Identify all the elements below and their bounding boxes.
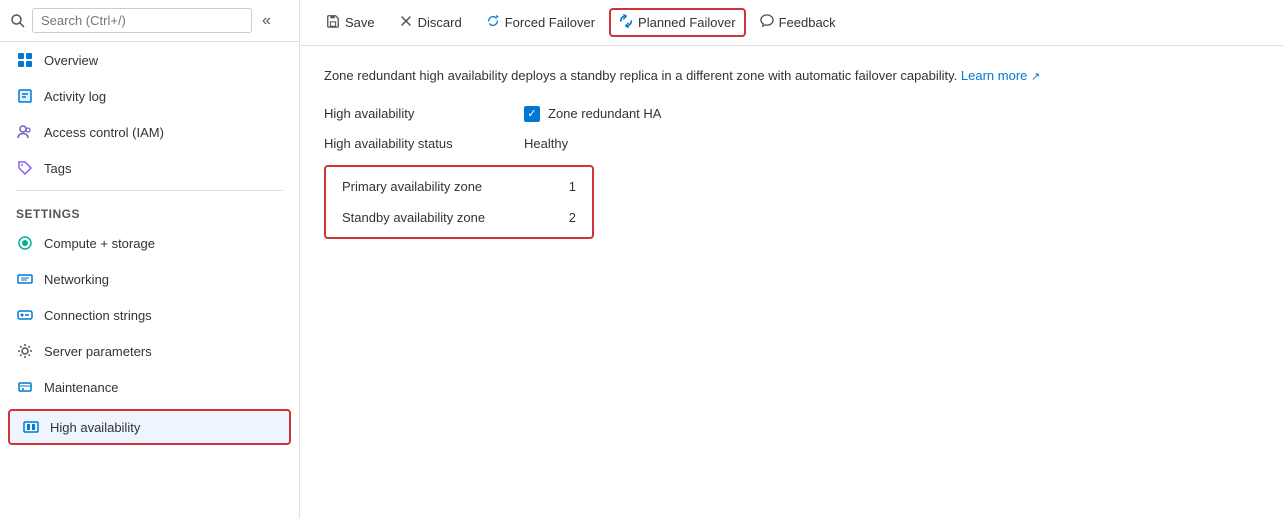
sidebar-item-compute-storage[interactable]: Compute + storage <box>0 225 299 261</box>
primary-az-label: Primary availability zone <box>342 179 482 194</box>
tags-icon <box>16 159 34 177</box>
search-input[interactable] <box>32 8 252 33</box>
search-bar: « <box>0 0 299 42</box>
save-button[interactable]: Save <box>316 8 385 37</box>
server-parameters-icon <box>16 342 34 360</box>
forced-failover-label: Forced Failover <box>505 15 595 30</box>
high-availability-icon <box>22 418 40 436</box>
standby-az-row: Standby availability zone 2 <box>342 202 576 225</box>
sidebar-item-label-connection-strings: Connection strings <box>44 308 152 323</box>
sidebar-item-overview[interactable]: Overview <box>0 42 299 78</box>
sidebar-divider <box>16 190 283 191</box>
content-area: Zone redundant high availability deploys… <box>300 46 1283 518</box>
availability-zones-box: Primary availability zone 1 Standby avai… <box>324 165 594 239</box>
planned-failover-icon <box>619 14 633 31</box>
ha-checkbox-icon: ✓ <box>524 106 540 122</box>
compute-storage-icon <box>16 234 34 252</box>
sidebar-item-activity-log[interactable]: Activity log <box>0 78 299 114</box>
sidebar-item-label-maintenance: Maintenance <box>44 380 118 395</box>
discard-icon <box>399 14 413 31</box>
forced-failover-button[interactable]: Forced Failover <box>476 8 605 37</box>
toolbar: Save Discard Forced Failover Planned Fai… <box>300 0 1283 46</box>
sidebar-item-high-availability[interactable]: High availability <box>8 409 291 445</box>
maintenance-icon <box>16 378 34 396</box>
external-link-icon: ↗ <box>1031 71 1040 83</box>
ha-status-label: High availability status <box>324 136 524 151</box>
ha-status-value: Healthy <box>524 136 568 151</box>
sidebar-item-label-overview: Overview <box>44 53 98 68</box>
save-label: Save <box>345 15 375 30</box>
sidebar-item-label-activity-log: Activity log <box>44 89 106 104</box>
ha-value-text: Zone redundant HA <box>548 106 661 121</box>
activity-log-icon <box>16 87 34 105</box>
sidebar-item-maintenance[interactable]: Maintenance <box>0 369 299 405</box>
ha-status-text: Healthy <box>524 136 568 151</box>
standby-az-label: Standby availability zone <box>342 210 485 225</box>
main-content: Save Discard Forced Failover Planned Fai… <box>300 0 1283 518</box>
collapse-sidebar-button[interactable]: « <box>258 10 275 32</box>
discard-button[interactable]: Discard <box>389 8 472 37</box>
high-availability-value: ✓ Zone redundant HA <box>524 106 661 122</box>
access-control-icon <box>16 123 34 141</box>
sidebar-item-label-tags: Tags <box>44 161 71 176</box>
sidebar-item-networking[interactable]: Networking <box>0 261 299 297</box>
feedback-label: Feedback <box>779 15 836 30</box>
planned-failover-label: Planned Failover <box>638 15 736 30</box>
connection-strings-icon <box>16 306 34 324</box>
primary-az-row: Primary availability zone 1 <box>342 179 576 202</box>
sidebar-item-access-control[interactable]: Access control (IAM) <box>0 114 299 150</box>
settings-section-label: Settings <box>0 195 299 225</box>
discard-label: Discard <box>418 15 462 30</box>
learn-more-link[interactable]: Learn more <box>961 68 1027 83</box>
overview-icon <box>16 51 34 69</box>
sidebar-item-label-server-parameters: Server parameters <box>44 344 152 359</box>
networking-icon <box>16 270 34 288</box>
info-text: Zone redundant high availability deploys… <box>324 66 1259 86</box>
forced-failover-icon <box>486 14 500 31</box>
feedback-icon <box>760 14 774 31</box>
primary-az-value: 1 <box>569 179 576 194</box>
save-icon <box>326 14 340 31</box>
info-text-main: Zone redundant high availability deploys… <box>324 68 957 83</box>
sidebar: « Overview Activity log Access control (… <box>0 0 300 518</box>
sidebar-item-label-high-availability: High availability <box>50 420 140 435</box>
planned-failover-button[interactable]: Planned Failover <box>609 8 746 37</box>
sidebar-item-tags[interactable]: Tags <box>0 150 299 186</box>
sidebar-item-connection-strings[interactable]: Connection strings <box>0 297 299 333</box>
high-availability-label: High availability <box>324 106 524 121</box>
sidebar-item-label-compute-storage: Compute + storage <box>44 236 155 251</box>
standby-az-value: 2 <box>569 210 576 225</box>
search-icon <box>10 13 26 29</box>
sidebar-item-label-access-control: Access control (IAM) <box>44 125 164 140</box>
high-availability-field: High availability ✓ Zone redundant HA <box>324 106 1259 122</box>
sidebar-item-label-networking: Networking <box>44 272 109 287</box>
ha-status-field: High availability status Healthy <box>324 136 1259 151</box>
feedback-button[interactable]: Feedback <box>750 8 846 37</box>
sidebar-item-server-parameters[interactable]: Server parameters <box>0 333 299 369</box>
